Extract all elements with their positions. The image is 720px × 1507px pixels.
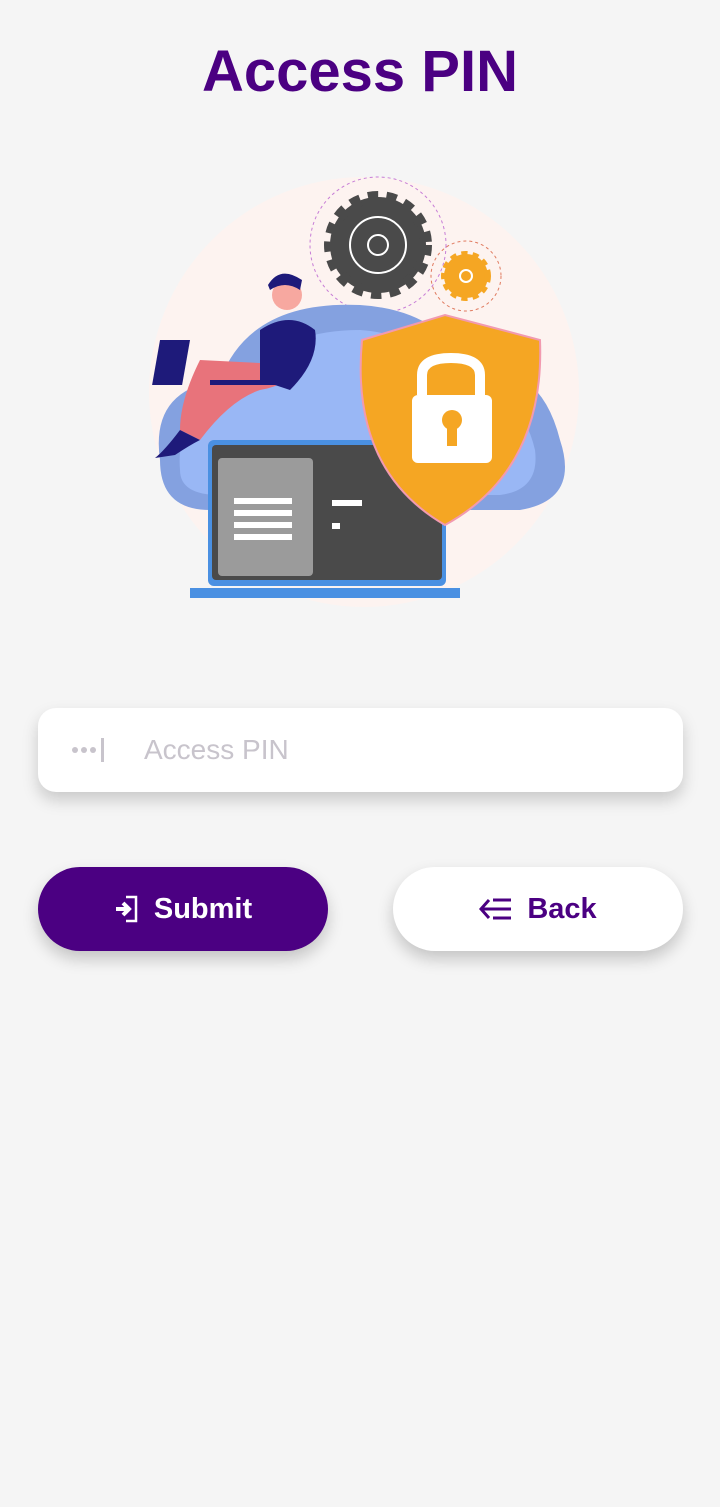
back-list-icon <box>479 898 512 920</box>
access-pin-input[interactable] <box>142 733 626 767</box>
gear-icon <box>324 191 432 299</box>
back-label: Back <box>527 892 597 925</box>
security-lock-illustration <box>149 176 579 607</box>
back-button[interactable]: Back <box>393 867 683 951</box>
submit-button[interactable]: Submit <box>38 867 328 951</box>
submit-label: Submit <box>153 892 253 925</box>
password-dots-icon <box>72 738 104 762</box>
small-gear-icon <box>441 251 491 301</box>
page-title: Access PIN <box>202 39 518 104</box>
login-icon <box>115 895 138 923</box>
access-pin-field[interactable] <box>38 708 683 792</box>
